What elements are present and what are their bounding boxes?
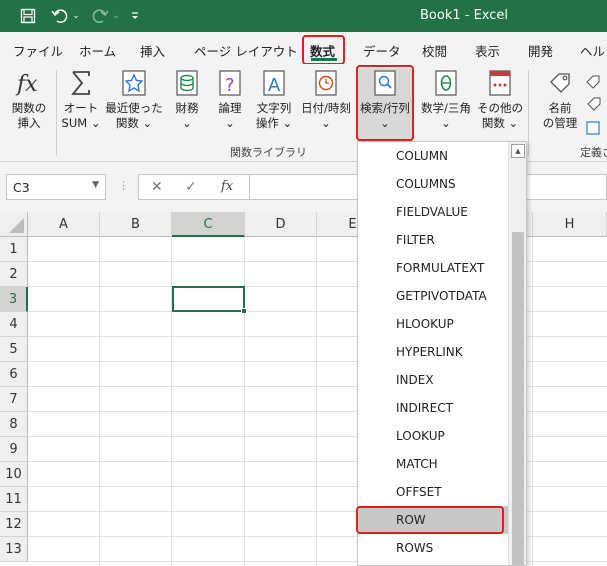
row-header-7[interactable]: 7 [0,387,28,412]
math-trig-button[interactable]: 数学/三角 ⌄ [417,68,475,131]
menu-item-filter[interactable]: FILTER [358,226,508,254]
save-icon[interactable] [16,0,40,32]
name-manager-icon [545,68,575,98]
insert-function-fx-icon[interactable]: fx [221,179,233,194]
row-header-8[interactable]: 8 [0,412,28,437]
function-library-group-label: 関数ライブラリ [230,146,307,159]
financial-button[interactable]: 財務 ⌄ [166,68,208,131]
fx-icon: fx [14,68,44,98]
menu-item-rows[interactable]: ROWS [358,534,508,562]
row-item-highlight [356,506,504,534]
tab-help[interactable]: ヘルプ [580,41,607,60]
formula-bar-buttons: ✕ ✓ fx [138,174,250,200]
row-header-6[interactable]: 6 [0,362,28,387]
menu-item-getpivotdata[interactable]: GETPIVOTDATA [358,282,508,310]
menu-item-index[interactable]: INDEX [358,366,508,394]
menu-item-column[interactable]: COLUMN [358,142,508,170]
row-header-11[interactable]: 11 [0,487,28,512]
menu-scrollbar[interactable]: ▲ [508,142,526,565]
svg-text:?: ? [225,75,235,96]
menu-item-formulatext[interactable]: FORMULATEXT [358,254,508,282]
name-box[interactable]: C3 ▼ [6,174,106,200]
column-header-h[interactable]: H [533,212,607,237]
menu-item-offset[interactable]: OFFSET [358,478,508,506]
grid-line [532,237,533,566]
star-icon [119,68,149,98]
menu-item-hlookup[interactable]: HLOOKUP [358,310,508,338]
customize-icon[interactable] [126,0,144,32]
tab-review[interactable]: 校閲 [422,41,447,60]
select-all-corner[interactable] [0,212,28,237]
row-header-1[interactable]: 1 [0,237,28,262]
clock-icon [311,68,341,98]
autosum-button[interactable]: オート SUM ⌄ [58,68,104,131]
menu-item-fieldvalue[interactable]: FIELDVALUE [358,198,508,226]
lookup-button-highlight [356,65,414,141]
question-icon: ? [215,68,245,98]
insert-function-button[interactable]: fx 関数の 挿入 [6,68,52,131]
tab-file[interactable]: ファイル [13,41,63,60]
tab-home[interactable]: ホーム [79,41,116,60]
row-header-2[interactable]: 2 [0,262,28,287]
row-header-9[interactable]: 9 [0,437,28,462]
defined-names-group-label: 定義さ [580,146,607,159]
name-manager-button[interactable]: 名前 の管理 [538,68,582,131]
column-header-c[interactable]: C [172,212,245,237]
row-header-13[interactable]: 13 [0,537,28,562]
finance-icon [172,68,202,98]
text-icon: A [259,68,289,98]
enter-icon[interactable]: ✓ [185,179,197,195]
active-cell-c3[interactable] [172,286,247,314]
tab-developer[interactable]: 開発 [528,41,553,60]
column-header-b[interactable]: B [100,212,172,237]
grid-line [316,237,317,566]
tab-insert[interactable]: 挿入 [140,41,165,60]
menu-item-lookup[interactable]: LOOKUP [358,422,508,450]
scroll-up-icon[interactable]: ▲ [511,144,525,158]
formulas-tab-highlight [302,35,345,65]
text-functions-button[interactable]: A 文字列 操作 ⌄ [252,68,296,131]
logical-button[interactable]: ? 論理 ⌄ [210,68,250,131]
menu-item-hyperlink[interactable]: HYPERLINK [358,338,508,366]
svg-text:A: A [268,75,281,96]
title-bar: ⌄ ⌄ Book1 - Excel [0,0,607,32]
formula-bar-handle-icon: ⋮ [118,179,129,192]
column-header-d[interactable]: D [245,212,317,237]
row-header-3[interactable]: 3 [0,287,28,312]
recently-used-button[interactable]: 最近使った 関数 ⌄ [105,68,163,131]
grid-line [99,237,100,566]
row-header-10[interactable]: 10 [0,462,28,487]
menu-item-indirect[interactable]: INDIRECT [358,394,508,422]
more-icon [485,68,515,98]
row-header-4[interactable]: 4 [0,312,28,337]
undo-icon[interactable] [48,0,72,32]
cancel-icon[interactable]: ✕ [151,179,163,195]
sigma-icon [66,68,96,98]
scroll-thumb[interactable] [512,232,524,565]
ribbon-separator [528,70,529,156]
chevron-down-icon: ▼ [92,180,99,190]
defined-names-small-icons [585,70,607,140]
row-header-12[interactable]: 12 [0,512,28,537]
tab-page-layout[interactable]: ページ レイアウト [194,41,298,60]
column-header-a[interactable]: A [28,212,100,237]
theta-icon [431,68,461,98]
redo-dropdown-icon: ⌄ [112,11,120,21]
undo-dropdown-icon[interactable]: ⌄ [70,0,82,32]
fill-handle[interactable] [241,308,247,314]
tab-data[interactable]: データ [363,41,401,60]
tab-view[interactable]: 表示 [475,41,500,60]
menu-item-match[interactable]: MATCH [358,450,508,478]
lookup-functions-menu: COLUMN COLUMNS FIELDVALUE FILTER FORMULA… [357,141,527,566]
svg-text:fx: fx [15,72,38,97]
window-title: Book1 - Excel [420,8,509,23]
redo-icon [88,0,112,32]
menu-item-columns[interactable]: COLUMNS [358,170,508,198]
ribbon-separator [56,70,57,156]
date-time-button[interactable]: 日付/時刻 ⌄ [297,68,355,131]
more-functions-button[interactable]: その他の 関数 ⌄ [476,68,524,131]
row-header-5[interactable]: 5 [0,337,28,362]
